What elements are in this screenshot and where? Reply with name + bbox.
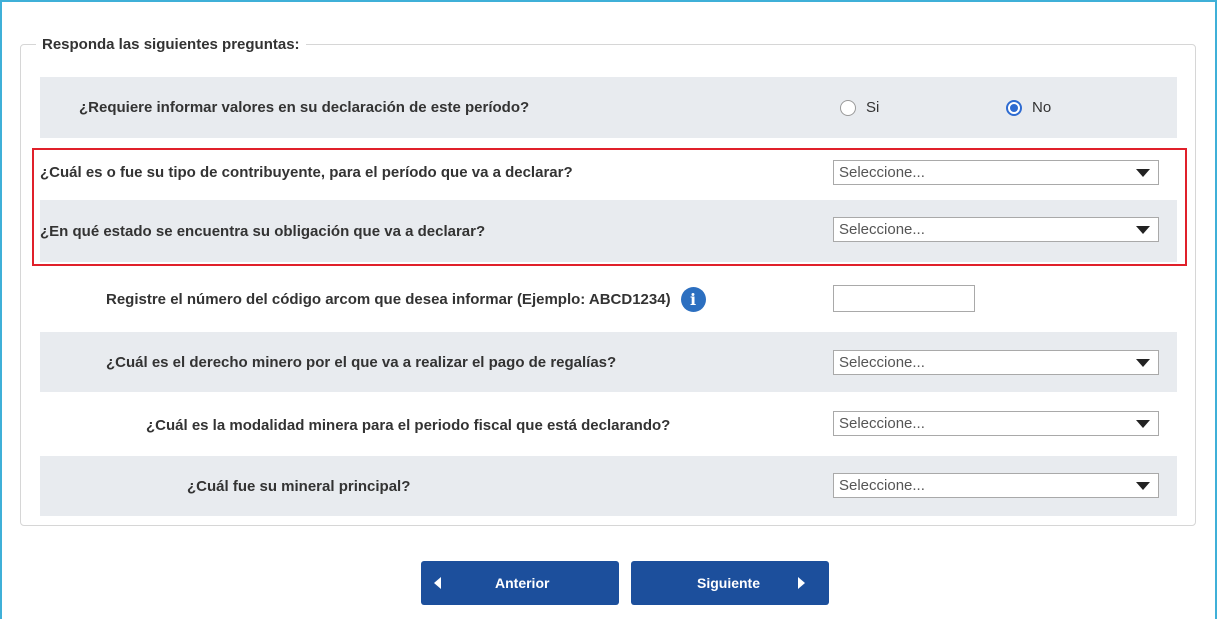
arrow-left-icon — [434, 577, 441, 589]
previous-button[interactable]: Anterior — [421, 561, 619, 605]
question-label-arcom-code: Registre el número del código arcom que … — [106, 270, 706, 328]
question-row-mining-right: ¿Cuál es el derecho minero por el que va… — [40, 332, 1177, 392]
chevron-down-icon — [1136, 420, 1150, 428]
radio-option-si[interactable]: Si — [840, 77, 879, 138]
radio-option-no[interactable]: No — [1006, 77, 1051, 138]
radio-no-label: No — [1032, 99, 1052, 116]
radio-no[interactable] — [1006, 99, 1022, 116]
question-label-report-values: ¿Requiere informar valores en su declara… — [79, 99, 530, 116]
chevron-down-icon — [1136, 359, 1150, 367]
radio-si-label: Si — [866, 99, 880, 116]
arrow-right-icon — [798, 577, 806, 589]
arcom-code-input[interactable] — [833, 285, 975, 312]
info-icon[interactable]: i — [680, 286, 706, 312]
next-button[interactable]: Siguiente — [631, 561, 829, 605]
mining-right-select[interactable]: Seleccione... — [833, 350, 1159, 375]
mining-modality-select[interactable]: Seleccione... — [833, 411, 1159, 436]
arcom-code-label-text: Registre el número del código arcom que … — [106, 290, 671, 308]
question-row-arcom-code: Registre el número del código arcom que … — [40, 270, 1177, 328]
previous-button-label: Anterior — [495, 575, 550, 591]
question-row-report-values: ¿Requiere informar valores en su declara… — [40, 77, 1177, 138]
mining-modality-select-value: Seleccione... — [839, 415, 925, 432]
question-label-main-mineral: ¿Cuál fue su mineral principal? — [187, 477, 411, 495]
highlight-box — [32, 148, 1187, 266]
question-label-mining-right: ¿Cuál es el derecho minero por el que va… — [106, 353, 617, 371]
main-mineral-select[interactable]: Seleccione... — [833, 473, 1159, 498]
fieldset-legend: Responda las siguientes preguntas: — [36, 36, 306, 54]
chevron-down-icon — [1136, 482, 1150, 490]
main-mineral-select-value: Seleccione... — [839, 477, 925, 494]
radio-si[interactable] — [840, 99, 856, 116]
next-button-label: Siguiente — [697, 575, 761, 591]
question-row-mining-modality: ¿Cuál es la modalidad minera para el per… — [40, 396, 1177, 454]
mining-right-select-value: Seleccione... — [839, 354, 925, 371]
question-row-main-mineral: ¿Cuál fue su mineral principal? Seleccio… — [40, 456, 1177, 516]
question-label-mining-modality: ¿Cuál es la modalidad minera para el per… — [146, 416, 671, 434]
